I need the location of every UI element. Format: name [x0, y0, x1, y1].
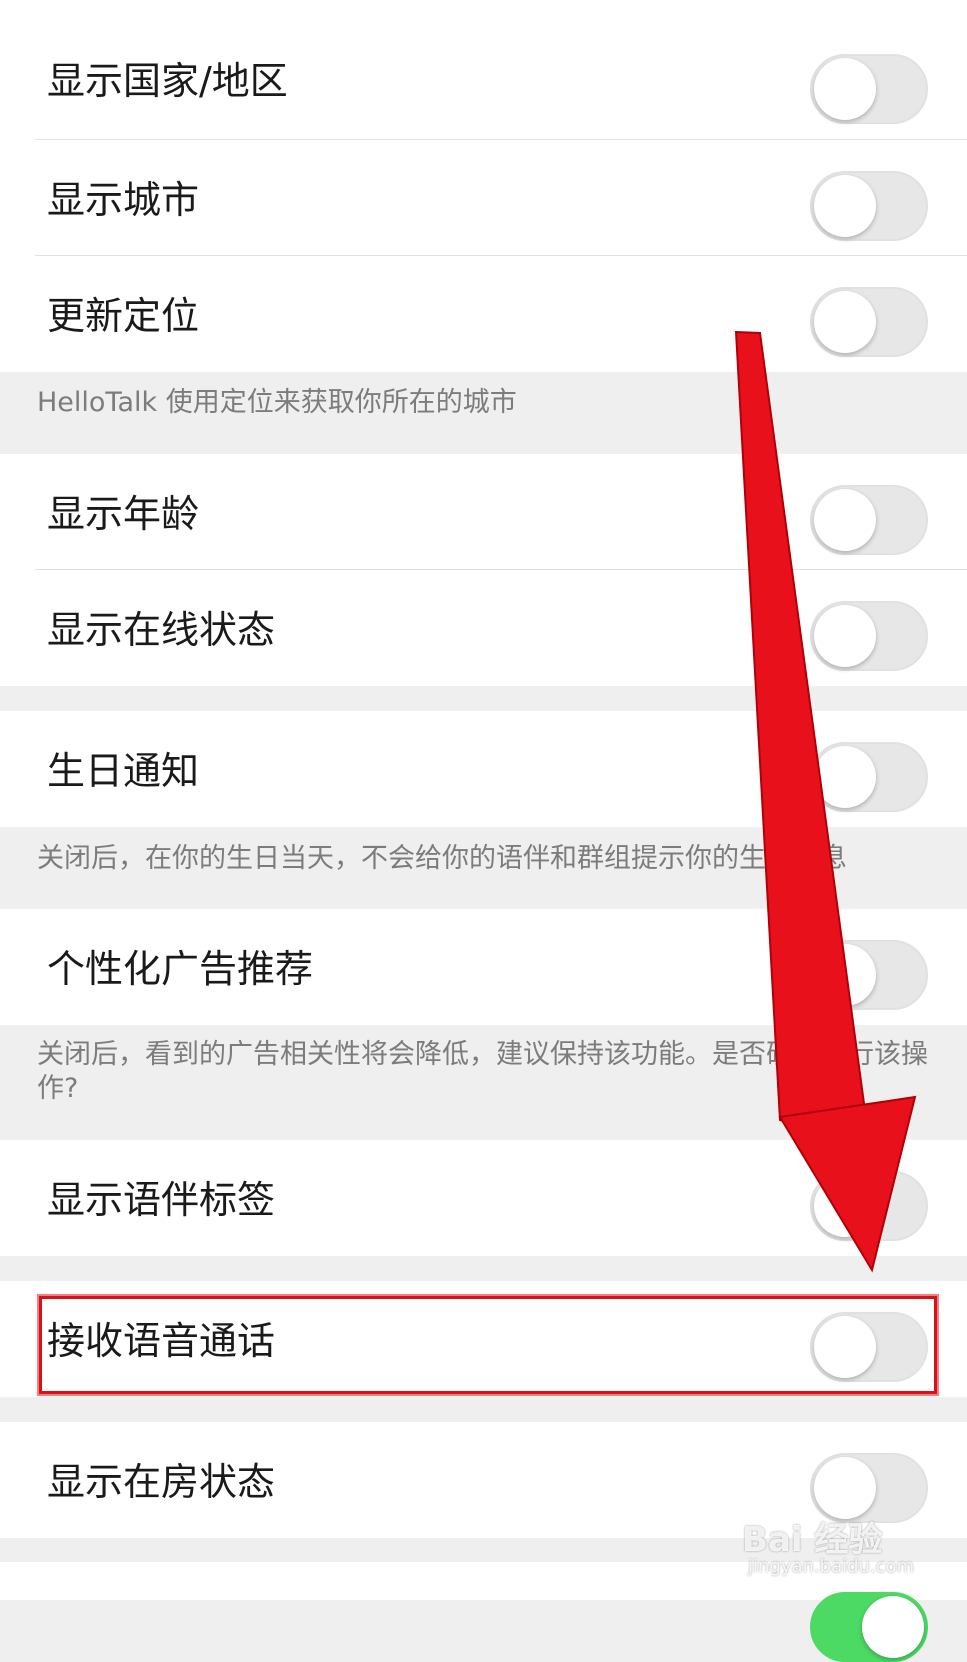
highlight-box: [39, 1296, 937, 1394]
toggle-knob: [814, 1175, 876, 1237]
toggle-knob: [814, 489, 876, 551]
toggle-switch[interactable]: [810, 601, 928, 671]
toggle-knob: [814, 175, 876, 237]
setting-label: 显示年龄: [47, 492, 200, 536]
watermark-url: jingyan.baidu.com: [748, 1556, 915, 1577]
toggle-knob: [814, 746, 876, 808]
toggle-knob: [814, 605, 876, 667]
setting-label: 更新定位: [47, 294, 200, 338]
toggle-switch[interactable]: [810, 1592, 928, 1662]
toggle-knob: [814, 58, 876, 120]
setting-label: 显示城市: [47, 178, 200, 222]
toggle-switch[interactable]: [810, 485, 928, 555]
toggle-knob: [814, 291, 876, 353]
birthday-note: 关闭后，在你的生日当天，不会给你的语伴和群组提示你的生日信息: [37, 843, 847, 874]
toggle-switch[interactable]: [810, 1171, 928, 1241]
setting-label: 显示在线状态: [47, 608, 276, 652]
toggle-switch[interactable]: [810, 171, 928, 241]
setting-row-birthday-notice[interactable]: 生日通知: [0, 711, 967, 827]
toggle-knob: [814, 1457, 876, 1519]
setting-label: 显示在房状态: [47, 1460, 276, 1504]
setting-row-show-partner-tag[interactable]: 显示语伴标签: [0, 1140, 967, 1256]
ads-note: 关闭后，看到的广告相关性将会降低，建议保持该功能。是否确认执行该操作?: [37, 1039, 928, 1104]
watermark-logo: Bai 经验: [742, 1520, 883, 1560]
setting-label: 生日通知: [47, 749, 200, 793]
toggle-knob: [862, 1596, 924, 1658]
toggle-switch[interactable]: [810, 287, 928, 357]
toggle-switch[interactable]: [810, 742, 928, 812]
setting-label: 显示语伴标签: [47, 1178, 276, 1222]
toggle-switch[interactable]: [810, 940, 928, 1010]
setting-row-show-country[interactable]: 显示国家/地区: [0, 0, 967, 140]
location-note: HelloTalk 使用定位来获取你所在的城市: [37, 387, 517, 418]
setting-row-show-age[interactable]: 显示年龄: [0, 454, 967, 570]
toggle-switch[interactable]: [810, 54, 928, 124]
setting-row-show-online-status[interactable]: 显示在线状态: [0, 570, 967, 686]
setting-row-personalized-ads[interactable]: 个性化广告推荐: [0, 909, 967, 1025]
toggle-knob: [814, 944, 876, 1006]
setting-label: 显示国家/地区: [47, 59, 288, 103]
setting-row-update-location[interactable]: 更新定位: [0, 256, 967, 372]
setting-label: 个性化广告推荐: [47, 947, 314, 991]
setting-row-show-city[interactable]: 显示城市: [0, 140, 967, 256]
